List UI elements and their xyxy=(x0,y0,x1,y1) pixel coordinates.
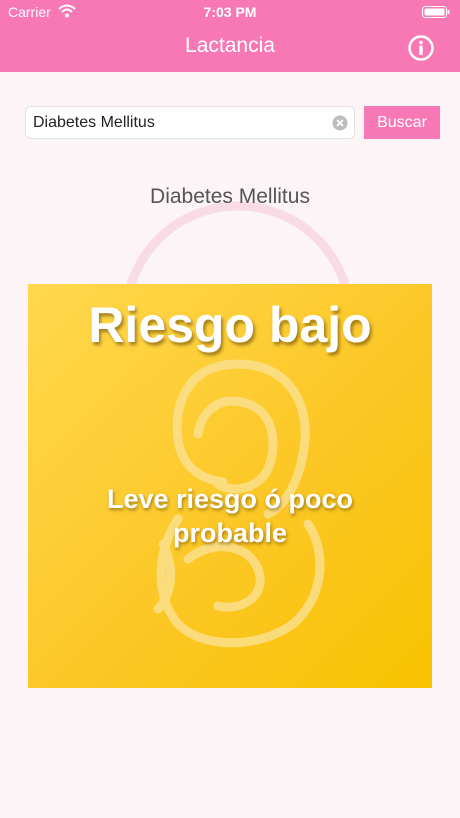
battery-icon xyxy=(422,6,450,18)
info-icon[interactable] xyxy=(407,34,435,62)
page-title: Lactancia xyxy=(185,34,275,57)
search-input[interactable] xyxy=(33,107,323,138)
risk-card: Riesgo bajo Leve riesgo ó poco probable xyxy=(28,284,432,688)
status-time: 7:03 PM xyxy=(203,4,257,20)
search-field[interactable] xyxy=(25,106,355,139)
query-title: Diabetes Mellitus xyxy=(150,185,310,208)
clear-icon[interactable] xyxy=(332,115,348,131)
status-bar: Carrier 7:03 PM xyxy=(0,0,460,24)
search-button[interactable]: Buscar xyxy=(364,106,440,139)
risk-description: Leve riesgo ó poco probable xyxy=(106,484,354,548)
risk-level: Riesgo bajo xyxy=(88,297,372,353)
navigation-bar: Carrier 7:03 PM Lactancia xyxy=(0,0,460,72)
